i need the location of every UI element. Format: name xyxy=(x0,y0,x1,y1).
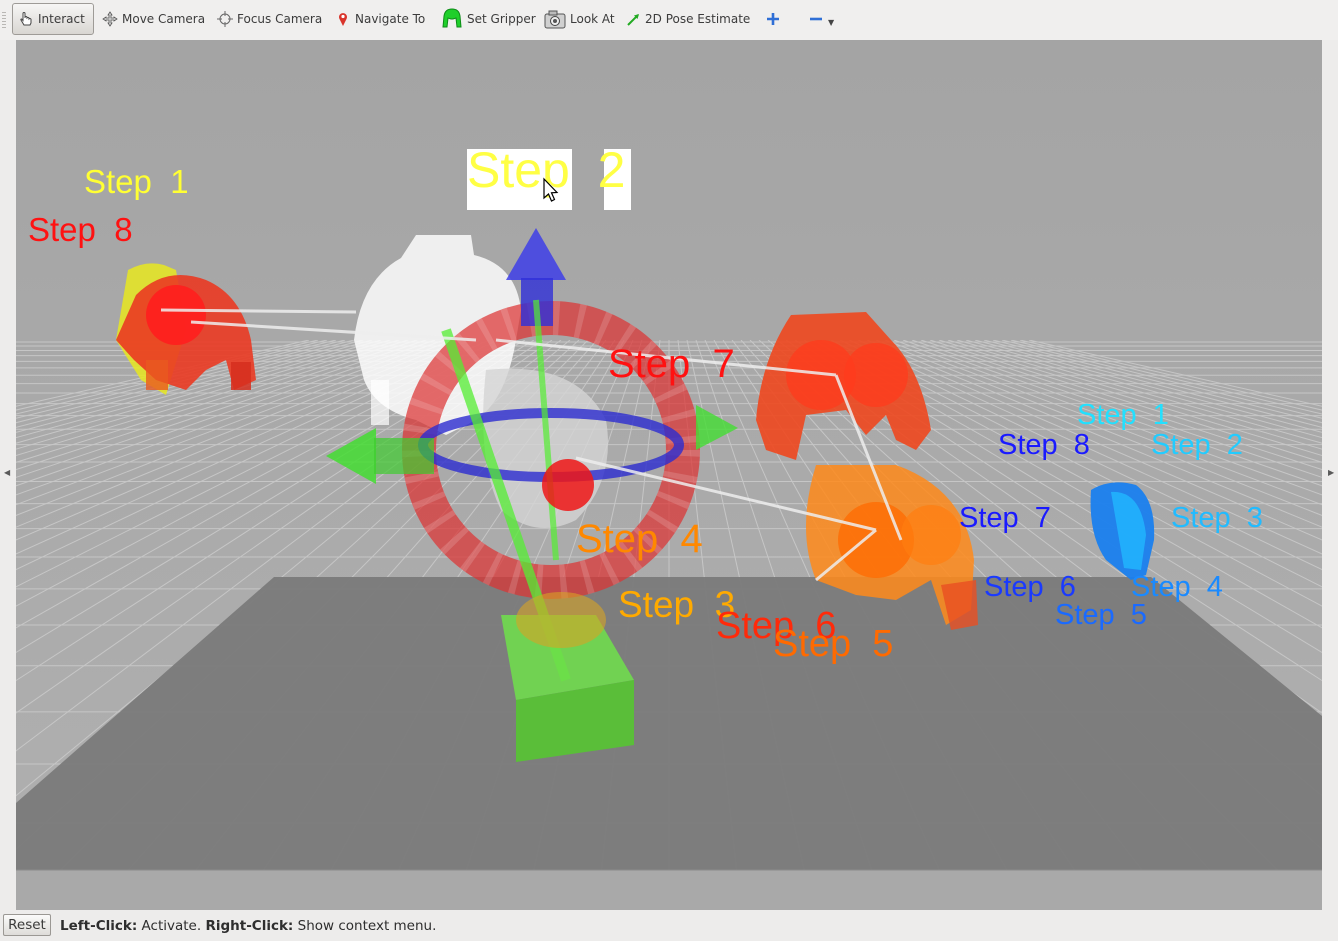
chevron-down-icon: ▼ xyxy=(828,17,835,27)
tool-2d-pose-estimate[interactable]: 2D Pose Estimate xyxy=(622,3,751,35)
tool-label: Focus Camera xyxy=(237,12,323,26)
toolbar: Interact Move Camera Focus Camera Naviga… xyxy=(0,0,1338,40)
tool-label: Interact xyxy=(38,12,85,26)
scene-canvas[interactable]: Step 1 Step 8 Step 2 Step 7 Step 4 Step … xyxy=(16,40,1322,910)
remove-tool-button[interactable]: ▼ xyxy=(803,3,839,35)
tool-label: Set Gripper xyxy=(467,12,536,26)
add-tool-button[interactable] xyxy=(760,3,784,35)
hand-pointer-icon xyxy=(17,10,35,28)
minus-icon xyxy=(807,10,825,28)
label-cyan-step3: Step 3 xyxy=(1171,502,1263,534)
collapse-left-panel-icon[interactable]: ◀ xyxy=(4,468,10,477)
tool-focus-camera[interactable]: Focus Camera xyxy=(212,3,324,35)
tool-navigate-to[interactable]: Navigate To xyxy=(330,3,430,35)
pose-arrow-icon xyxy=(626,10,642,28)
label-cyan-step2: Step 2 xyxy=(1151,429,1243,461)
tool-set-gripper[interactable]: Set Gripper xyxy=(436,3,536,35)
3d-viewport[interactable]: Step 1 Step 8 Step 2 Step 7 Step 4 Step … xyxy=(16,40,1322,910)
tool-label: Move Camera xyxy=(122,12,206,26)
map-pin-icon xyxy=(334,10,352,28)
gripper-icon xyxy=(440,7,464,31)
right-click-key: Right-Click: xyxy=(205,918,294,934)
left-click-action: Activate. xyxy=(137,918,206,934)
left-click-key: Left-Click: xyxy=(60,918,138,934)
tool-label: Navigate To xyxy=(355,12,426,26)
tool-label: 2D Pose Estimate xyxy=(645,12,751,26)
toolbar-grip[interactable] xyxy=(2,12,6,28)
tool-label: Look At xyxy=(570,12,615,26)
collapse-right-panel-icon[interactable]: ▶ xyxy=(1328,468,1334,477)
label-cyan-step1: Step 1 xyxy=(1077,399,1169,431)
plus-icon xyxy=(764,10,781,28)
label-blue-step8: Step 8 xyxy=(998,429,1090,461)
label-red-step8: Step 8 xyxy=(28,211,133,248)
right-click-action: Show context menu. xyxy=(293,918,437,934)
tool-look-at[interactable]: Look At xyxy=(539,3,619,35)
status-bar: Reset Left-Click: Activate. Right-Click:… xyxy=(0,910,1338,941)
camera-look-at-icon xyxy=(543,7,567,31)
tool-move-camera[interactable]: Move Camera xyxy=(97,3,207,35)
status-hint: Left-Click: Activate. Right-Click: Show … xyxy=(60,918,436,934)
focus-camera-icon xyxy=(216,10,234,28)
label-blue-step7: Step 7 xyxy=(959,502,1051,534)
label-orange-step4: Step 4 xyxy=(576,517,703,561)
tool-interact[interactable]: Interact xyxy=(12,3,94,35)
label-red-step7: Step 7 xyxy=(608,342,735,386)
label-blue-step5: Step 5 xyxy=(1055,599,1147,631)
reset-button[interactable]: Reset xyxy=(3,914,51,936)
label-orange-step5: Step 5 xyxy=(773,623,893,665)
label-yellow-step1: Step 1 xyxy=(84,163,189,200)
move-camera-icon xyxy=(101,10,119,28)
